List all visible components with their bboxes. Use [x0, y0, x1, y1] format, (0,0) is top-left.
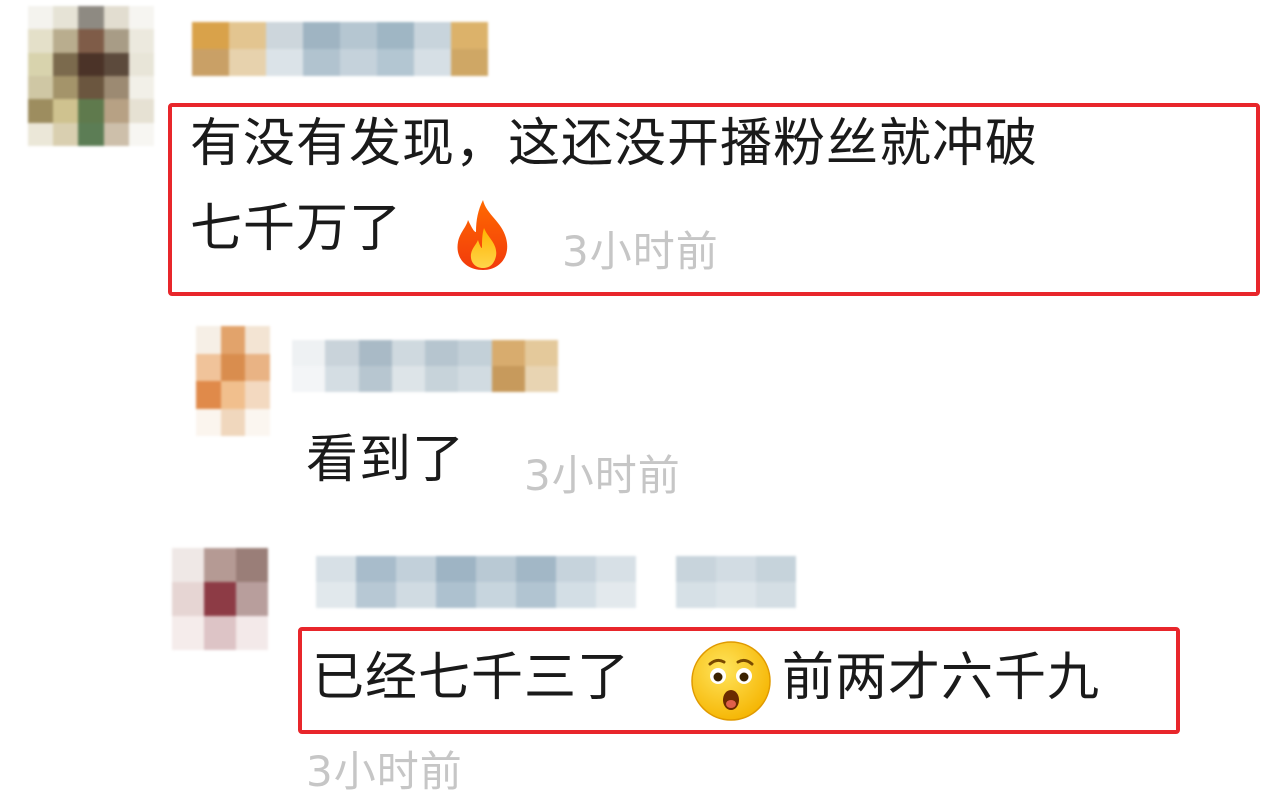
timestamp: 3小时前	[306, 747, 463, 796]
surprised-face-icon	[691, 641, 771, 721]
fire-icon	[457, 200, 508, 270]
timestamp: 3小时前	[562, 227, 719, 276]
comment-text-line2: 七千万了	[190, 199, 403, 259]
avatar[interactable]	[196, 326, 270, 436]
username[interactable]	[192, 22, 488, 76]
timestamp: 3小时前	[524, 451, 681, 500]
avatar[interactable]	[172, 548, 268, 650]
comment-text: 看到了	[306, 430, 466, 490]
username[interactable]	[292, 340, 558, 392]
comment-text-line1: 有没有发现，这还没开播粉丝就冲破	[190, 114, 1039, 174]
username[interactable]	[316, 556, 796, 608]
comment-text-part1: 已经七千三了	[312, 648, 631, 708]
comment-text-part2: 前两才六千九	[782, 648, 1101, 708]
avatar[interactable]	[28, 6, 154, 146]
